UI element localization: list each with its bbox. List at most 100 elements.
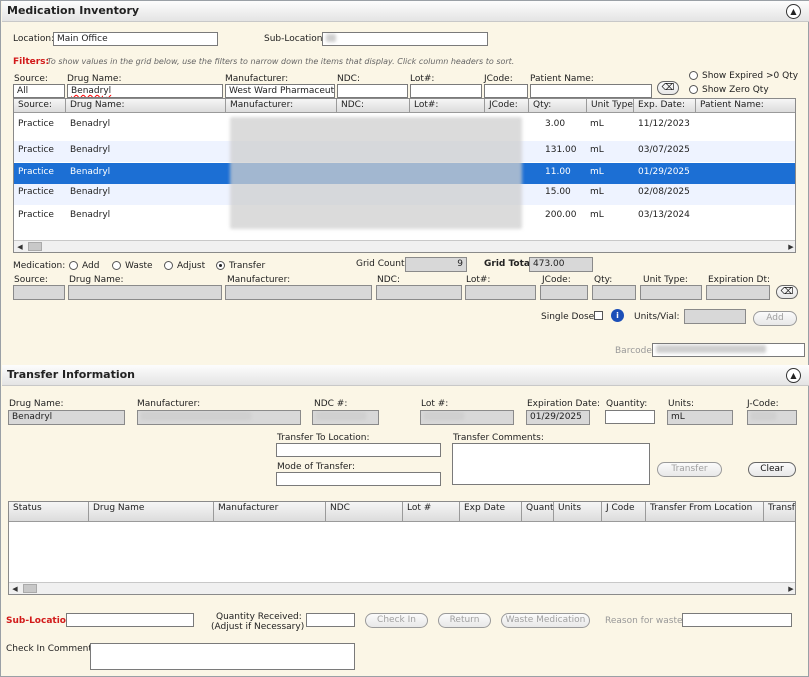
sublocation-field[interactable] (322, 32, 488, 46)
scroll-right-icon[interactable]: ▶ (785, 241, 795, 252)
col-header-drug-name[interactable]: Drug Name (89, 502, 214, 522)
checkin-sublocation-field[interactable] (66, 613, 194, 627)
entry-ndc-field[interactable] (376, 285, 462, 300)
transfer-radio[interactable] (216, 261, 225, 270)
row-qty: 200.00 (545, 210, 577, 220)
filter-lot-field[interactable] (410, 84, 482, 98)
transfer-qty-field[interactable] (605, 410, 655, 424)
col-header-jcode[interactable]: J Code (602, 502, 646, 522)
entry-manufacturer-field[interactable] (225, 285, 372, 300)
adjust-radio[interactable] (164, 261, 173, 270)
filter-ndc-field[interactable] (337, 84, 408, 98)
waste-radio[interactable] (112, 261, 121, 270)
show-zero-radio[interactable] (689, 85, 698, 94)
row-exp: 11/12/2023 (638, 119, 690, 129)
inventory-hscrollbar[interactable]: ◀ ▶ (14, 240, 795, 252)
row-drug: Benadryl (70, 167, 111, 177)
entry-source-label: Source: (14, 275, 48, 285)
filter-jcode-field[interactable] (484, 84, 528, 98)
col-header-ndc[interactable]: NDC (326, 502, 403, 522)
row-exp: 03/07/2025 (638, 145, 690, 155)
entry-jcode-field[interactable] (540, 285, 588, 300)
entry-qty-field[interactable] (592, 285, 636, 300)
add-button[interactable]: Add (753, 311, 797, 326)
col-header-exp-date[interactable]: Exp Date (460, 502, 522, 522)
row-source: Practice (18, 167, 54, 177)
redacted-region (230, 117, 522, 229)
scroll-thumb[interactable] (23, 584, 37, 593)
waste-radio-label: Waste (125, 261, 153, 271)
filters-help: To show values in the grid below, use th… (47, 57, 515, 66)
transfer-comments-label: Transfer Comments: (453, 433, 544, 443)
single-dose-checkbox[interactable] (594, 311, 603, 320)
col-header-exp[interactable]: Exp. Date: (634, 99, 696, 113)
col-header-quantity[interactable]: Quanti (522, 502, 554, 522)
info-icon[interactable]: i (611, 309, 624, 322)
filter-patient-field[interactable] (530, 84, 652, 98)
col-header-patient[interactable]: Patient Name: (696, 99, 795, 113)
transfer-to-location-field[interactable] (276, 443, 441, 457)
checkin-button[interactable]: Check In (365, 613, 428, 628)
checkin-comments-field[interactable] (90, 643, 355, 670)
scroll-left-icon[interactable]: ◀ (14, 241, 26, 252)
entry-exp-field[interactable] (706, 285, 770, 300)
transfer-exp-label: Expiration Date: (527, 399, 601, 409)
entry-drug-field[interactable] (68, 285, 222, 300)
scroll-thumb[interactable] (28, 242, 42, 251)
medication-label: Medication: (13, 261, 66, 271)
filter-source-field[interactable]: All (13, 84, 65, 98)
scroll-right-icon[interactable]: ▶ (785, 583, 795, 594)
eraser-icon[interactable]: ⌫ (657, 81, 679, 95)
app-frame: Medication Inventory ▲ Location: Main Of… (0, 0, 809, 677)
clear-button[interactable]: Clear (748, 462, 796, 477)
transfer-button[interactable]: Transfer (657, 462, 722, 477)
col-header-manufacturer[interactable]: Manufacturer: (226, 99, 337, 113)
transfer-hscrollbar[interactable]: ◀ ▶ (9, 582, 795, 594)
show-expired-radio[interactable] (689, 71, 698, 80)
col-header-units[interactable]: Units (554, 502, 602, 522)
mode-of-transfer-field[interactable] (276, 472, 441, 486)
reason-for-waste-label: Reason for waste: (605, 616, 686, 626)
row-drug: Benadryl (70, 145, 111, 155)
collapse-up-icon[interactable]: ▲ (786, 368, 801, 383)
row-unit: mL (590, 145, 604, 155)
col-header-manufacturer[interactable]: Manufacturer (214, 502, 326, 522)
transfer-units-label: Units: (668, 399, 695, 409)
entry-lot-field[interactable] (465, 285, 536, 300)
return-button[interactable]: Return (438, 613, 491, 628)
entry-unit-field[interactable] (640, 285, 702, 300)
add-radio[interactable] (69, 261, 78, 270)
entry-source-field[interactable] (13, 285, 65, 300)
col-header-source[interactable]: Source: (14, 99, 66, 113)
col-header-lot[interactable]: Lot#: (410, 99, 485, 113)
entry-qty-label: Qty: (594, 275, 613, 285)
row-unit: mL (590, 210, 604, 220)
scroll-left-icon[interactable]: ◀ (9, 583, 21, 594)
col-header-qty[interactable]: Qty: (529, 99, 587, 113)
collapse-up-icon[interactable]: ▲ (786, 4, 801, 19)
barcode-field[interactable] (652, 343, 805, 357)
waste-medication-button[interactable]: Waste Medication (501, 613, 590, 628)
col-header-transfer-to[interactable]: Transf (764, 502, 795, 522)
transfer-qty-label: Quantity: (606, 399, 648, 409)
transfer-comments-field[interactable] (452, 443, 650, 485)
filter-manufacturer-field[interactable]: West Ward Pharmaceutic (225, 84, 335, 98)
col-header-unit[interactable]: Unit Type: (587, 99, 634, 113)
transfer-manufacturer-label: Manufacturer: (137, 399, 201, 409)
qty-received-field[interactable] (306, 613, 355, 627)
entry-eraser-icon[interactable]: ⌫ (776, 285, 798, 299)
col-header-ndc[interactable]: NDC: (337, 99, 410, 113)
reason-for-waste-field[interactable] (682, 613, 792, 627)
col-header-drug[interactable]: Drug Name: (66, 99, 226, 113)
transfer-drug-field: Benadryl (8, 410, 125, 425)
col-header-transfer-from[interactable]: Transfer From Location (646, 502, 764, 522)
row-unit: mL (590, 119, 604, 129)
col-header-lot[interactable]: Lot # (403, 502, 460, 522)
col-header-status[interactable]: Status (9, 502, 89, 522)
row-unit: mL (590, 187, 604, 197)
col-header-jcode[interactable]: JCode: (485, 99, 529, 113)
transfer-radio-label: Transfer (229, 261, 266, 271)
units-vial-field[interactable] (684, 309, 746, 324)
filter-drug-field[interactable]: Benadryl (67, 84, 223, 98)
location-field[interactable]: Main Office (53, 32, 218, 46)
